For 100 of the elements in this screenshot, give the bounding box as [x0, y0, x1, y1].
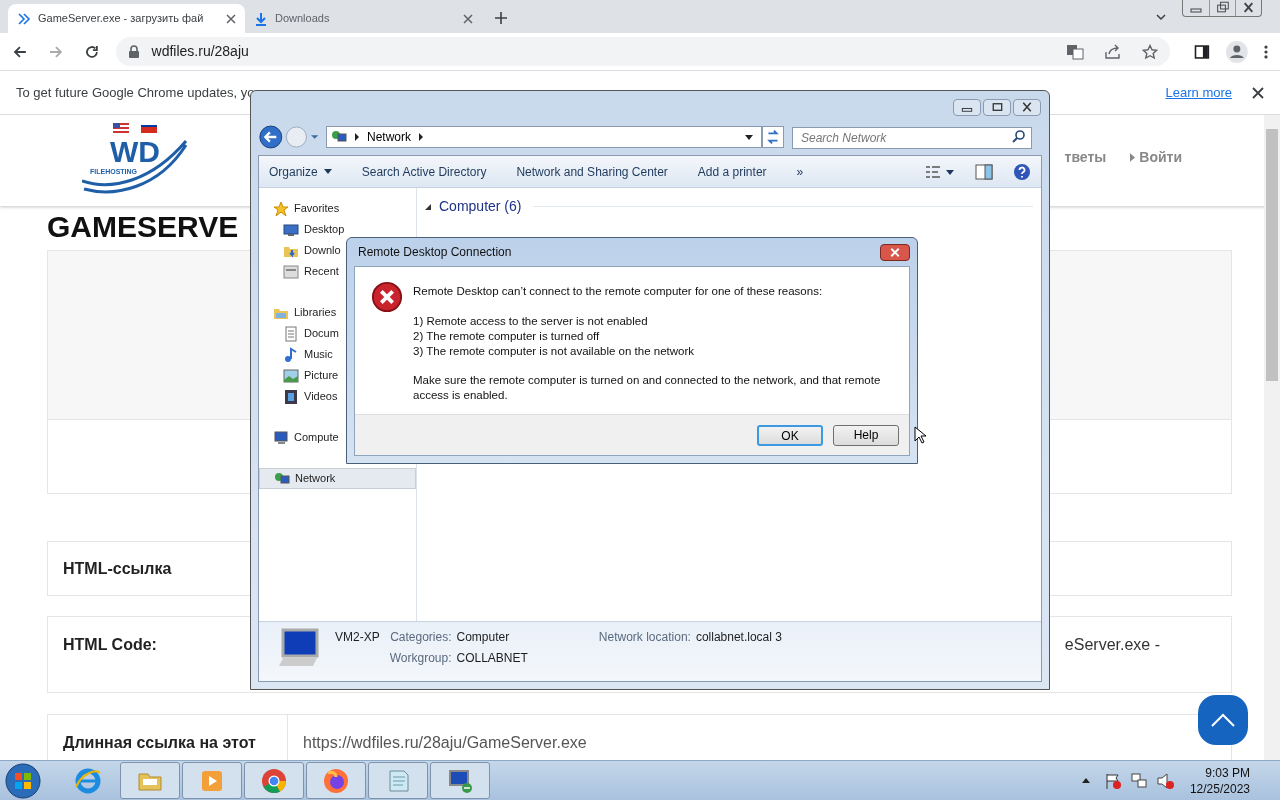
nav-link[interactable]: тветы — [1064, 147, 1107, 168]
taskbar-button[interactable] — [244, 762, 304, 799]
scrollbar-thumb[interactable] — [1266, 129, 1278, 381]
row-label: HTML Code: — [63, 635, 157, 655]
speaker-icon[interactable] — [1155, 771, 1174, 790]
tab-title: GameServer.exe - загрузить фай — [38, 11, 204, 27]
computer-icon — [273, 429, 289, 446]
picture-icon — [283, 367, 299, 384]
detail-label: Categories: — [389, 629, 452, 646]
chrome-icon — [260, 766, 288, 795]
preview-pane-icon[interactable] — [975, 163, 993, 180]
scroll-top-button[interactable] — [1198, 695, 1248, 745]
detail-label: Network location: — [598, 629, 691, 646]
network-icon — [331, 129, 347, 145]
reload-icon[interactable] — [83, 43, 100, 60]
lock-icon — [127, 44, 140, 59]
nav-item[interactable]: Favorites — [259, 198, 416, 219]
clock-time[interactable]: 9:03 PM — [1205, 764, 1250, 781]
share-icon[interactable] — [1104, 43, 1123, 60]
show-hidden-icon[interactable] — [1081, 778, 1090, 783]
refresh-icon[interactable] — [762, 126, 784, 148]
breadcrumb-bar[interactable]: Network — [326, 126, 762, 148]
menu-icon[interactable] — [1264, 43, 1268, 60]
star-icon[interactable] — [1142, 43, 1159, 60]
doc-icon — [283, 325, 299, 342]
start-button[interactable] — [4, 761, 42, 800]
browser-tab[interactable]: Downloads — [245, 4, 482, 33]
desktop-icon — [283, 221, 299, 238]
nav-item[interactable]: Network — [259, 468, 416, 489]
page-title: GAMESERVE — [47, 209, 239, 245]
row-value: https://wdfiles.ru/28aju/GameServer.exe — [302, 733, 587, 753]
clock-date[interactable]: 12/25/2023 — [1189, 780, 1250, 797]
detail-value: Computer — [456, 629, 511, 646]
row-value: eServer.exe - — [1064, 635, 1160, 655]
minimize-icon[interactable] — [953, 98, 981, 116]
tab-title: Downloads — [275, 11, 330, 27]
dialog-title: Remote Desktop Connection — [358, 244, 512, 261]
url-text: wdfiles.ru/28aju — [151, 42, 250, 61]
detail-label: Workgroup: — [389, 650, 452, 667]
music-icon — [283, 346, 299, 363]
caret-icon — [1130, 153, 1136, 162]
flag-icon[interactable] — [113, 123, 129, 133]
mouse-cursor-icon — [914, 426, 926, 444]
toolbar-button[interactable]: Add a printer — [697, 162, 767, 181]
toolbar-button[interactable]: Search Active Directory — [361, 162, 487, 181]
browser-tab[interactable]: GameServer.exe - загрузить фай — [8, 4, 245, 33]
dialog-button[interactable]: OK — [757, 424, 823, 446]
download-icon — [253, 10, 269, 27]
maximize-icon[interactable] — [983, 98, 1011, 116]
collapse-icon[interactable] — [425, 203, 431, 210]
taskbar-button[interactable] — [120, 762, 180, 799]
toolbar-button[interactable]: Network and Sharing Center — [516, 162, 668, 181]
advice-text: Make sure the remote computer is turned on and connected to the network, and that remote access is enabled. — [413, 373, 882, 404]
close-icon[interactable] — [1252, 86, 1264, 99]
translate-icon[interactable] — [1066, 43, 1085, 60]
nav-item[interactable]: Desktop — [259, 219, 416, 240]
close-icon[interactable] — [1013, 98, 1041, 116]
chevron-up-icon — [1211, 713, 1235, 727]
nav-link[interactable]: Войти — [1130, 147, 1182, 168]
toolbar-button[interactable]: » — [796, 162, 804, 181]
search-field[interactable]: Search Network — [792, 127, 1032, 149]
dropdown-icon[interactable] — [745, 134, 753, 140]
star-icon — [273, 200, 289, 217]
recent-icon — [283, 263, 299, 280]
caret-icon — [323, 169, 332, 174]
flag-icon[interactable] — [141, 123, 157, 133]
detail-value: COLLABNET — [456, 650, 528, 667]
view-options-icon[interactable] — [925, 163, 955, 180]
reason-line: 1) Remote access to the server is not enabled — [413, 314, 649, 330]
error-message: Remote Desktop can’t connect to the remote computer for one of these reasons: — [413, 284, 824, 299]
ie-icon — [74, 766, 102, 795]
chevron-down-icon[interactable] — [1155, 11, 1167, 23]
address-bar[interactable]: wdfiles.ru/28aju — [115, 37, 1171, 66]
caret-icon — [355, 133, 359, 141]
side-panel-icon[interactable] — [1194, 43, 1211, 60]
device-name: VM2-XP — [335, 629, 380, 646]
close-icon[interactable] — [880, 243, 910, 261]
group-header[interactable]: Computer (6) — [439, 196, 522, 217]
taskbar-button[interactable] — [306, 762, 366, 799]
close-icon[interactable] — [462, 12, 474, 25]
detail-value: collabnet.local 3 — [695, 629, 782, 646]
network-icon — [274, 470, 290, 487]
new-tab-icon[interactable] — [494, 11, 508, 25]
profile-icon[interactable] — [1226, 40, 1249, 63]
error-icon — [371, 281, 403, 313]
close-icon[interactable] — [225, 12, 237, 25]
firefox-icon — [322, 766, 350, 795]
flag-icon[interactable] — [1103, 771, 1122, 790]
learn-more-link[interactable]: Learn more — [1165, 82, 1232, 103]
help-icon[interactable] — [1013, 162, 1031, 181]
toolbar-button[interactable]: Organize — [269, 162, 332, 181]
network-icon[interactable] — [1129, 771, 1148, 790]
chevrons-icon — [16, 10, 32, 27]
breadcrumb-item[interactable]: Network — [367, 128, 411, 146]
dialog-button[interactable]: Help — [833, 424, 899, 446]
video-icon — [283, 388, 299, 405]
search-icon — [1012, 129, 1026, 143]
reason-line: 2) The remote computer is turned off — [413, 329, 601, 345]
scrollbar[interactable] — [1264, 115, 1280, 760]
taskbar-button[interactable] — [430, 762, 490, 799]
